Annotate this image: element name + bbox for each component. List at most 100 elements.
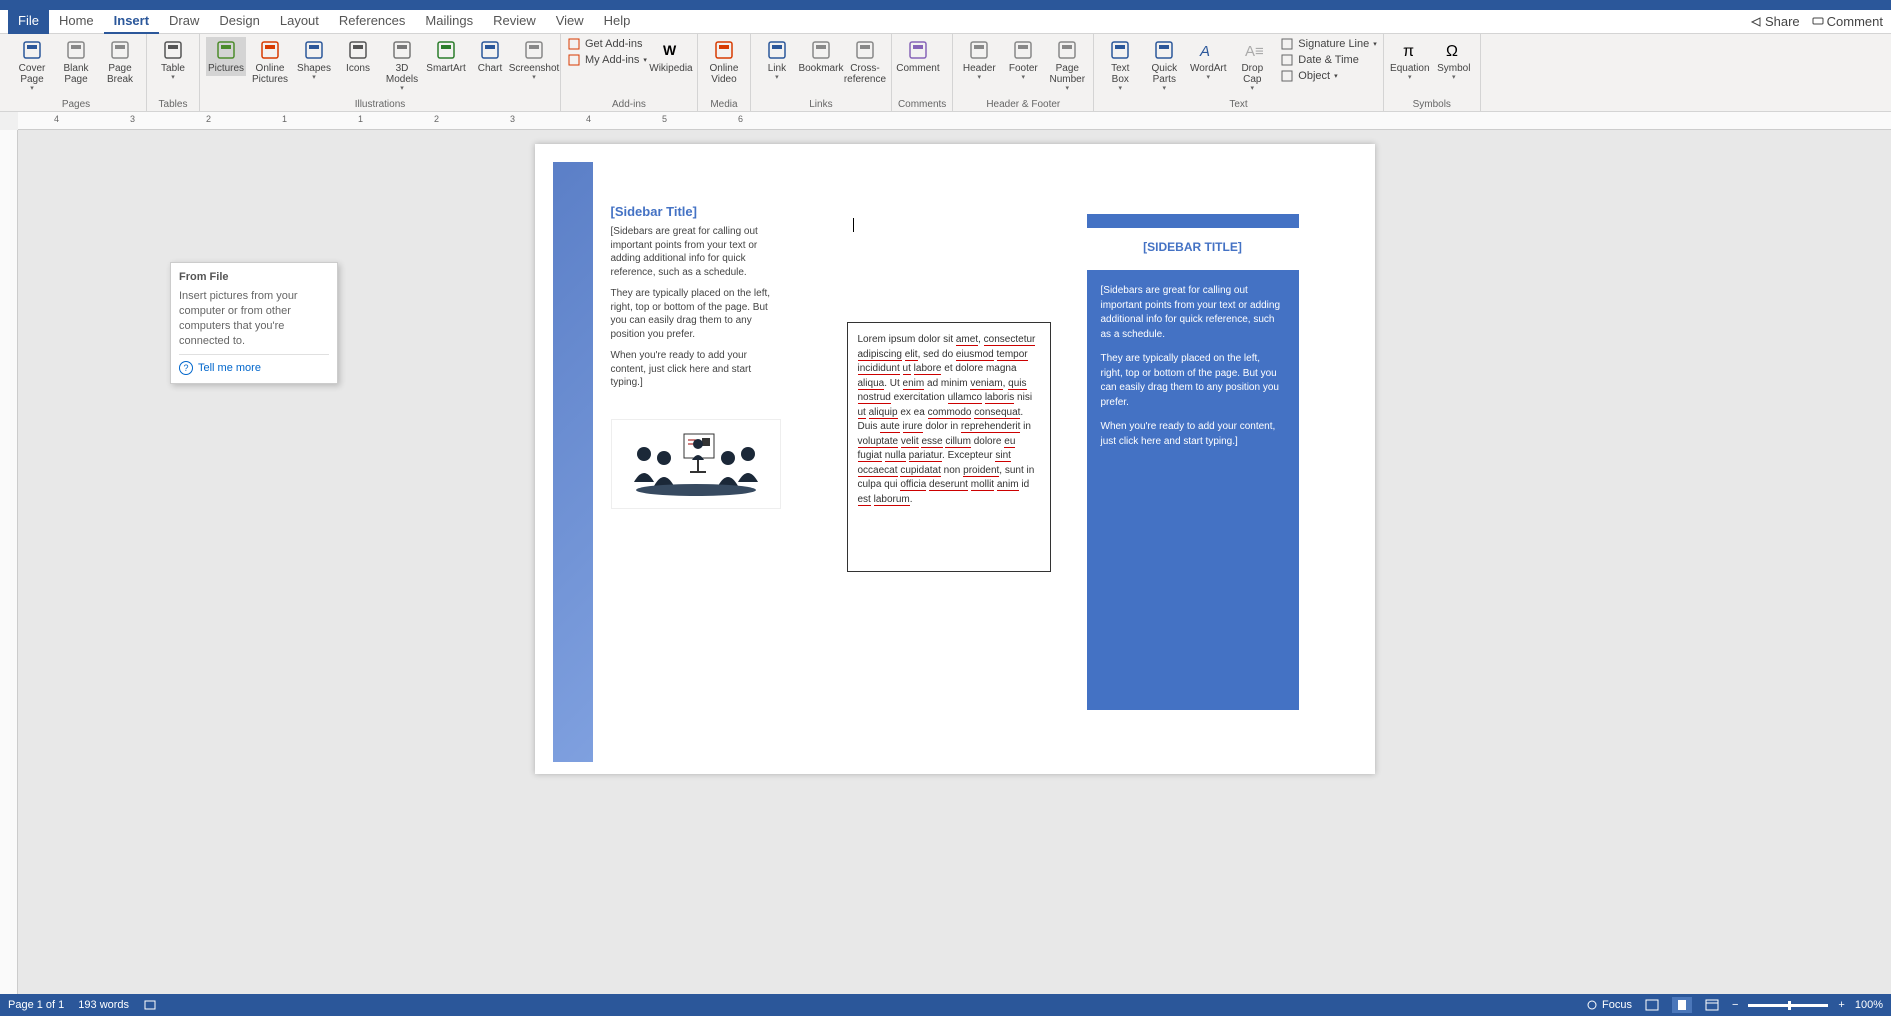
online-video-icon: [713, 39, 735, 61]
tab-file[interactable]: File: [8, 9, 49, 34]
screenshot-button[interactable]: Screenshot▾: [514, 37, 554, 84]
print-layout-button[interactable]: [1672, 997, 1692, 1013]
icons-button[interactable]: Icons: [338, 37, 378, 76]
svg-text:A: A: [1199, 43, 1210, 60]
read-mode-button[interactable]: [1642, 997, 1662, 1013]
tab-help[interactable]: Help: [594, 9, 641, 34]
vertical-ruler[interactable]: [0, 130, 18, 994]
bookmark-button[interactable]: Bookmark: [801, 37, 841, 76]
sidebar-left-p1[interactable]: [Sidebars are great for calling out impo…: [611, 225, 781, 279]
wikipedia-button[interactable]: WWikipedia: [651, 37, 691, 76]
wikipedia-icon: W: [660, 39, 682, 61]
quick-parts-icon: [1153, 39, 1175, 61]
text-cursor: [853, 218, 854, 232]
drop-cap-button[interactable]: A≡Drop Cap▾: [1232, 37, 1272, 95]
sidebar-left-p3[interactable]: When you're ready to add your content, j…: [611, 349, 781, 390]
my-add-ins-button[interactable]: My Add-ins ▾: [567, 53, 647, 67]
sidebar-right-p3[interactable]: When you're ready to add your content, j…: [1101, 420, 1285, 449]
meeting-image[interactable]: [611, 419, 781, 509]
date-time-button[interactable]: Date & Time: [1280, 53, 1376, 67]
text-box-icon: [1109, 39, 1131, 61]
shapes-button[interactable]: Shapes▾: [294, 37, 334, 84]
drop-cap-icon: A≡: [1241, 39, 1263, 61]
comment-button[interactable]: Comment: [1812, 14, 1883, 29]
quick-parts-button[interactable]: Quick Parts▾: [1144, 37, 1184, 95]
group-label: Text: [1100, 98, 1376, 110]
tab-home[interactable]: Home: [49, 9, 104, 34]
page-break-button[interactable]: Page Break: [100, 37, 140, 87]
lorem-textbox[interactable]: Lorem ipsum dolor sit amet, consectetur …: [847, 322, 1051, 572]
share-button[interactable]: Share: [1750, 14, 1800, 29]
page-number-icon: [1056, 39, 1078, 61]
symbol-button[interactable]: ΩSymbol▾: [1434, 37, 1474, 84]
blank-page-icon: [65, 39, 87, 61]
horizontal-ruler[interactable]: 4321123456: [0, 112, 1891, 130]
tab-design[interactable]: Design: [209, 9, 269, 34]
menu-bar: FileHomeInsertDrawDesignLayoutReferences…: [0, 10, 1891, 34]
cross-reference-button[interactable]: Cross-reference: [845, 37, 885, 87]
online-pictures-icon: [259, 39, 281, 61]
zoom-slider[interactable]: [1748, 1004, 1828, 1007]
sidebar-left-p2[interactable]: They are typically placed on the left, r…: [611, 287, 781, 341]
chart-button[interactable]: Chart: [470, 37, 510, 76]
-d-models-button[interactable]: 3D Models▾: [382, 37, 422, 95]
share-icon: [1750, 16, 1762, 28]
online-video-button[interactable]: Online Video: [704, 37, 744, 87]
web-layout-button[interactable]: [1702, 997, 1722, 1013]
tab-references[interactable]: References: [329, 9, 415, 34]
document-canvas[interactable]: [Sidebar Title] [Sidebars are great for …: [18, 130, 1891, 994]
comment-button[interactable]: Comment: [898, 37, 938, 76]
focus-button[interactable]: Focus: [1586, 999, 1632, 1011]
sidebar-left-title[interactable]: [Sidebar Title]: [611, 204, 781, 219]
sidebar-right-p1[interactable]: [Sidebars are great for calling out impo…: [1101, 284, 1285, 342]
comment-icon: [907, 39, 929, 61]
tab-review[interactable]: Review: [483, 9, 546, 34]
zoom-in-button[interactable]: +: [1838, 999, 1844, 1011]
zoom-out-button[interactable]: −: [1732, 999, 1738, 1011]
page-number-button[interactable]: Page Number▾: [1047, 37, 1087, 95]
decorative-bar: [553, 162, 593, 762]
meeting-icon: [616, 424, 776, 504]
-d-models-icon: [391, 39, 413, 61]
tooltip-title: From File: [179, 271, 329, 283]
spellcheck-icon[interactable]: [143, 998, 157, 1012]
object-button[interactable]: Object ▾: [1280, 69, 1376, 83]
header-button[interactable]: Header▾: [959, 37, 999, 84]
pictures-button[interactable]: Pictures: [206, 37, 246, 76]
help-icon: ?: [179, 361, 193, 375]
svg-text:A≡: A≡: [1245, 43, 1263, 60]
text-box-button[interactable]: Text Box▾: [1100, 37, 1140, 95]
tab-insert[interactable]: Insert: [104, 9, 159, 34]
header-icon: [968, 39, 990, 61]
blank-page-button[interactable]: Blank Page: [56, 37, 96, 87]
tab-draw[interactable]: Draw: [159, 9, 209, 34]
get-add-ins-button[interactable]: Get Add-ins: [567, 37, 647, 51]
sidebar-right[interactable]: [Sidebars are great for calling out impo…: [1087, 270, 1299, 710]
tab-mailings[interactable]: Mailings: [415, 9, 483, 34]
sidebar-right-bar: [1087, 214, 1299, 228]
group-media: Online VideoMedia: [698, 34, 751, 111]
footer-button[interactable]: Footer▾: [1003, 37, 1043, 84]
cross-reference-icon: [854, 39, 876, 61]
cover-page-button[interactable]: Cover Page▾: [12, 37, 52, 95]
focus-icon: [1586, 999, 1598, 1011]
link-button[interactable]: Link▾: [757, 37, 797, 84]
table-button[interactable]: Table▾: [153, 37, 193, 84]
tab-layout[interactable]: Layout: [270, 9, 329, 34]
sidebar-right-title[interactable]: [SIDEBAR TITLE]: [1087, 240, 1299, 254]
sidebar-right-p2[interactable]: They are typically placed on the left, r…: [1101, 352, 1285, 410]
smartart-button[interactable]: SmartArt: [426, 37, 466, 76]
online-pictures-button[interactable]: Online Pictures: [250, 37, 290, 87]
zoom-level[interactable]: 100%: [1855, 999, 1883, 1011]
equation-button[interactable]: πEquation▾: [1390, 37, 1430, 84]
sidebar-left[interactable]: [Sidebar Title] [Sidebars are great for …: [611, 204, 781, 398]
page[interactable]: [Sidebar Title] [Sidebars are great for …: [535, 144, 1375, 774]
table-icon: [162, 39, 184, 61]
group-symbols: πEquation▾ΩSymbol▾Symbols: [1384, 34, 1481, 111]
tell-me-more-link[interactable]: ? Tell me more: [179, 361, 329, 375]
signature-line-button[interactable]: Signature Line ▾: [1280, 37, 1376, 51]
word-count[interactable]: 193 words: [78, 999, 129, 1011]
tab-view[interactable]: View: [546, 9, 594, 34]
page-indicator[interactable]: Page 1 of 1: [8, 999, 64, 1011]
wordart-button[interactable]: AWordArt▾: [1188, 37, 1228, 84]
